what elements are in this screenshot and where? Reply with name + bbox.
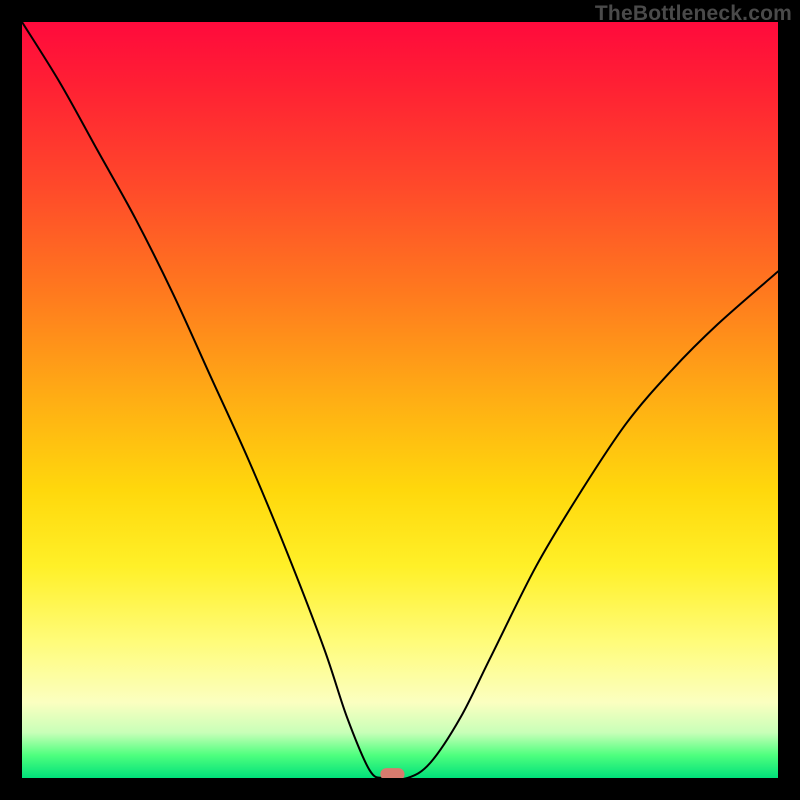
- bottleneck-curve: [22, 22, 778, 778]
- chart-frame: TheBottleneck.com: [0, 0, 800, 800]
- plot-area: [22, 22, 778, 778]
- chart-svg: [22, 22, 778, 778]
- watermark-text: TheBottleneck.com: [595, 2, 792, 26]
- floor-marker: [380, 768, 404, 778]
